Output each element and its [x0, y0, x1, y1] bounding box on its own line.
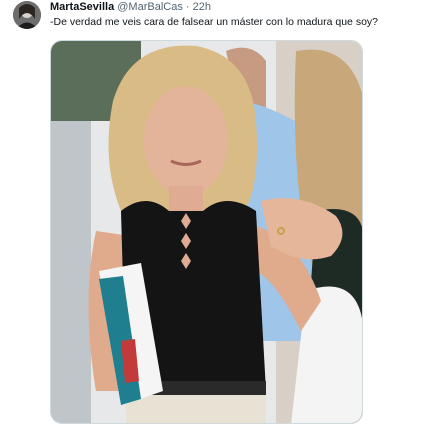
tweet-text: -De verdad me veis cara de falsear un má…: [50, 16, 378, 28]
avatar[interactable]: [13, 1, 41, 29]
tweet-header: MartaSevilla @MarBalCas · 22h: [50, 0, 211, 14]
author-handle[interactable]: @MarBalCas: [117, 1, 183, 13]
author-name[interactable]: MartaSevilla: [50, 1, 114, 13]
tweet-timestamp[interactable]: 22h: [193, 1, 211, 13]
tweet-photo[interactable]: [50, 40, 363, 424]
photo-icon: [51, 41, 362, 423]
header-separator: ·: [185, 1, 190, 13]
user-avatar-icon: [13, 1, 41, 29]
